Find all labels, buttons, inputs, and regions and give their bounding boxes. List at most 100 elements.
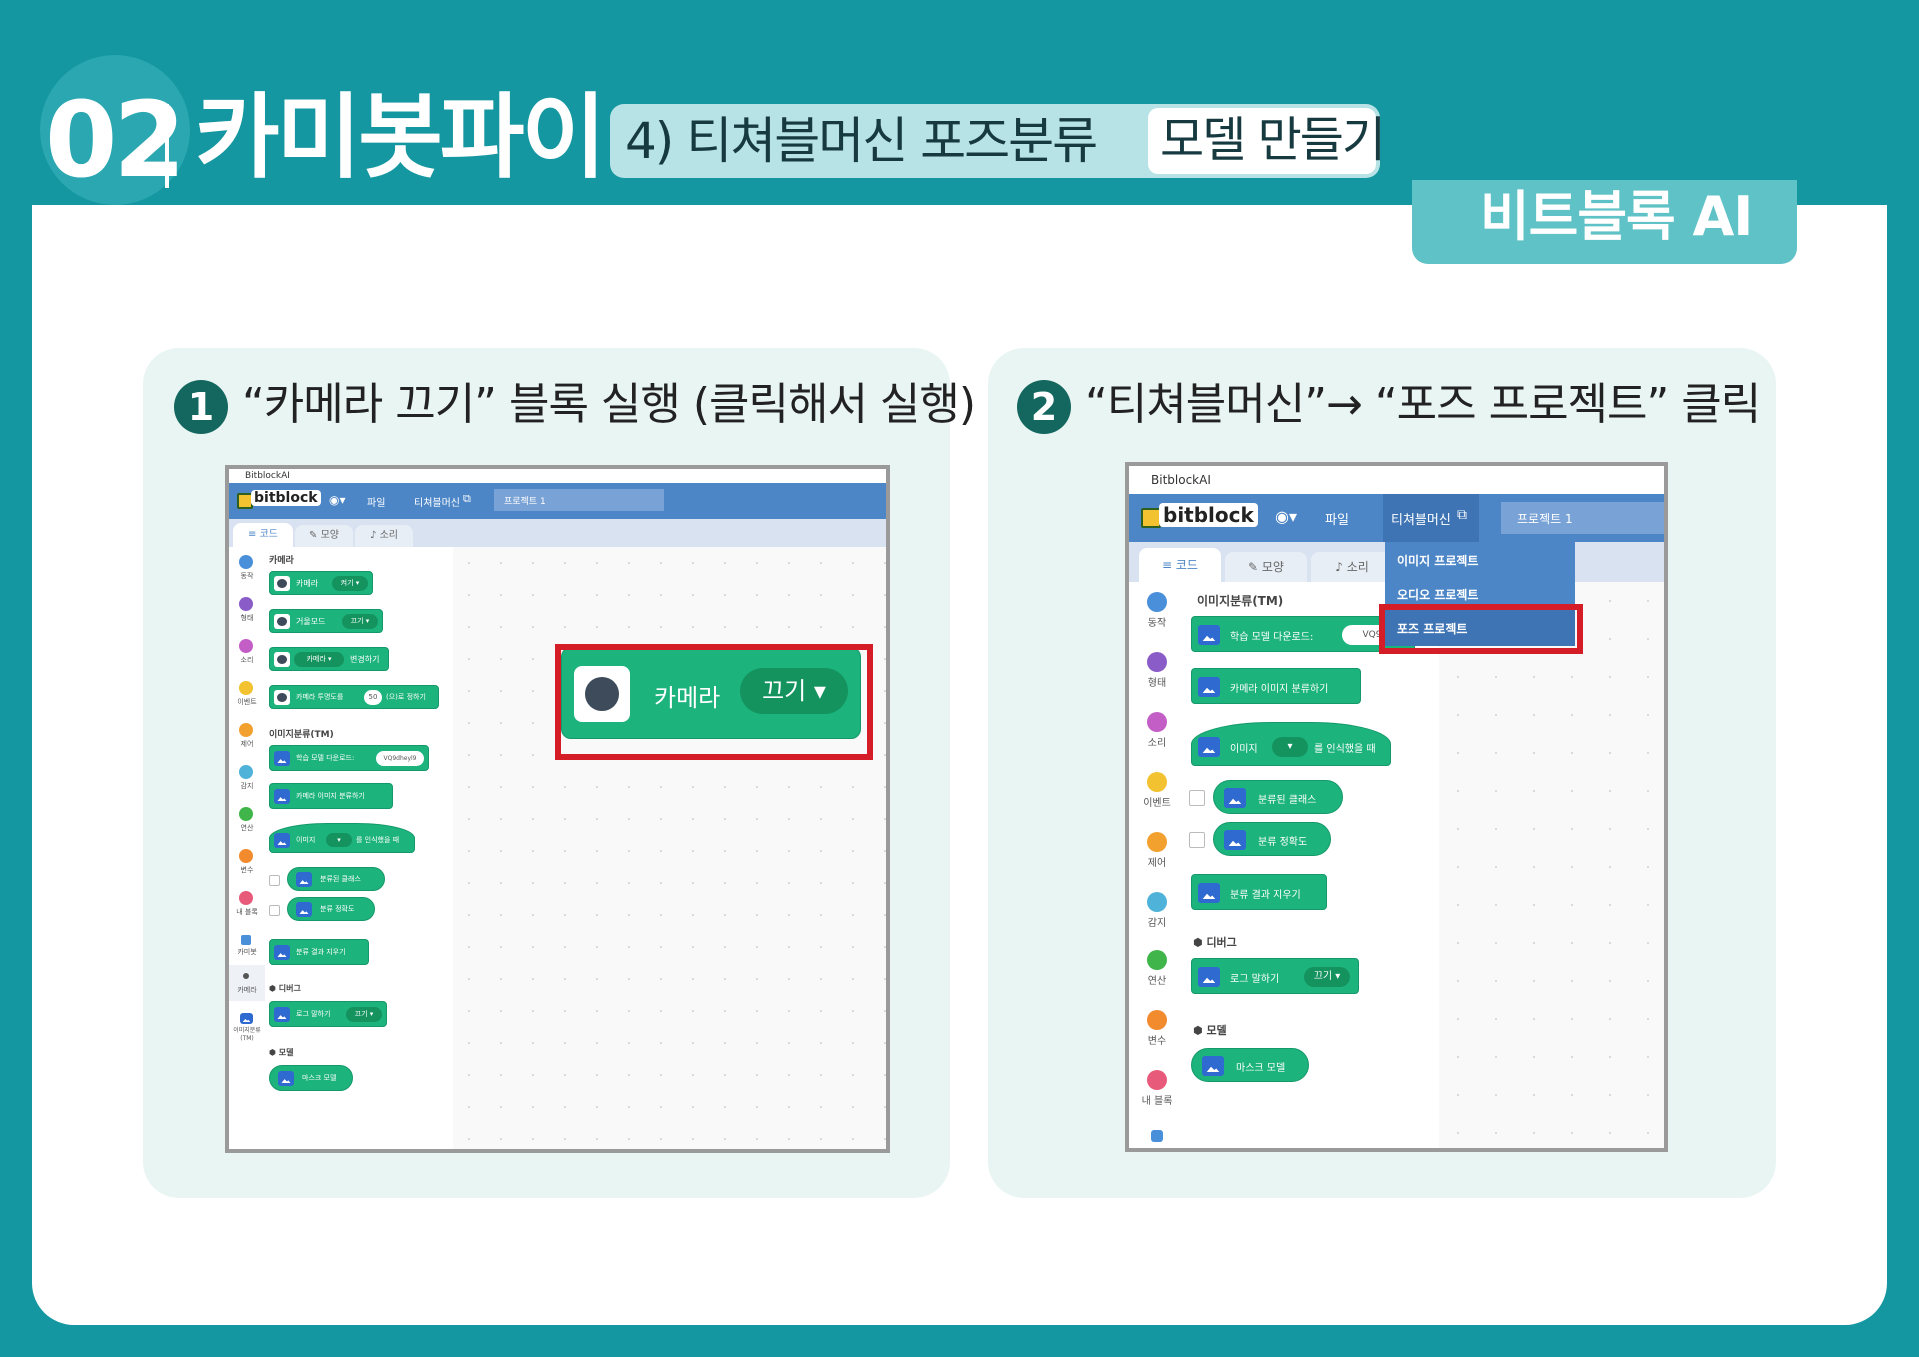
category-dot[interactable] xyxy=(239,681,253,695)
brush-icon: ✎ xyxy=(309,530,321,541)
top-navbar: bitblock ◉▾ 파일 티쳐블머신 ⧉ 프로젝트 1 xyxy=(1129,494,1664,542)
block-mask-model[interactable]: 마스크 모델 xyxy=(269,1065,353,1091)
logo-icon xyxy=(1141,508,1161,528)
tab-sound[interactable]: ♪ 소리 xyxy=(355,525,413,547)
step2-number: 2 xyxy=(1017,380,1071,434)
category-label: 연산 xyxy=(1147,976,1167,987)
block-camera-transparency[interactable]: 카메라 투명도를 50 (으)로 정하기 xyxy=(269,685,439,709)
globe-icon[interactable]: ◉▾ xyxy=(329,493,346,507)
menu-teachable[interactable]: 티쳐블머신 xyxy=(414,494,460,509)
dropdown[interactable]: 카메라 ▾ xyxy=(294,652,344,667)
subtitle: 4) 티쳐블머신 포즈분류 xyxy=(625,112,1098,170)
code-icon: ≡ xyxy=(1162,558,1176,572)
category-dot[interactable] xyxy=(239,807,253,821)
camera-icon xyxy=(274,652,290,667)
block-camera-change[interactable]: 카메라 ▾ 변경하기 xyxy=(269,647,389,671)
image-icon xyxy=(1202,1056,1224,1076)
category-dot[interactable] xyxy=(239,765,253,779)
menu-image-project[interactable]: 이미지 프로젝트 xyxy=(1397,552,1478,569)
camera-icon[interactable] xyxy=(243,973,249,979)
dropdown[interactable]: 끄기 ▾ xyxy=(346,1007,382,1022)
highlight-box xyxy=(1379,604,1583,654)
category-dot[interactable] xyxy=(1147,832,1167,852)
model-id-input[interactable]: VQ9dheyl9 xyxy=(376,751,424,766)
block-log-say[interactable]: 로그 말하기 끄기 ▾ xyxy=(269,1001,387,1027)
menu-audio-project[interactable]: 오디오 프로젝트 xyxy=(1397,586,1478,603)
category-label: 이미지분류(TM) xyxy=(233,1027,261,1042)
image-classify-icon[interactable] xyxy=(240,1013,253,1024)
category-dot[interactable] xyxy=(1147,592,1167,612)
project-name-input[interactable]: 프로젝트 1 xyxy=(1501,502,1664,534)
tab-code[interactable]: ≡ 코드 xyxy=(233,523,293,547)
category-dot[interactable] xyxy=(1147,950,1167,970)
step1-number: 1 xyxy=(174,380,228,434)
category-dot[interactable] xyxy=(1147,1070,1167,1090)
dropdown[interactable]: 끄기 ▾ xyxy=(1304,967,1350,987)
tab-costume[interactable]: ✎ 모양 xyxy=(295,525,353,547)
code-workspace[interactable]: 카메라 끄기 ▾ xyxy=(453,547,886,1149)
block-classified-class[interactable]: 분류된 클래스 xyxy=(287,867,385,891)
image-icon xyxy=(1198,967,1220,987)
block-camera-on[interactable]: 카메라 켜기 ▾ xyxy=(269,571,373,595)
category-dot[interactable] xyxy=(239,639,253,653)
block-mask-model[interactable]: 마스크 모델 xyxy=(1191,1048,1309,1082)
category-dot[interactable] xyxy=(239,849,253,863)
image-icon xyxy=(296,872,312,887)
category-label: 이벤트 xyxy=(1143,798,1171,809)
dropdown[interactable]: 끄기 ▾ xyxy=(342,614,378,629)
section-model: ⬢ 모델 xyxy=(269,1048,294,1057)
globe-icon[interactable]: ◉▾ xyxy=(1275,507,1297,526)
block-classify-accuracy[interactable]: 분류 정확도 xyxy=(1213,822,1331,856)
step2-text: “티쳐블머신”→ “포즈 프로젝트” 클릭 xyxy=(1085,379,1761,430)
category-dot[interactable] xyxy=(239,891,253,905)
speaker-icon: ♪ xyxy=(370,530,380,541)
kamibot-icon[interactable] xyxy=(1151,1130,1163,1142)
checkbox[interactable] xyxy=(269,905,280,916)
block-mirror-mode[interactable]: 거울모드 끄기 ▾ xyxy=(269,609,383,633)
block-when-image[interactable]: 이미지 ▾ 를 인식했을 때 xyxy=(269,823,415,853)
subtitle-box-label: 모델 만들기 xyxy=(1160,112,1386,168)
section-camera: 카메라 xyxy=(269,556,294,566)
category-dot[interactable] xyxy=(1147,712,1167,732)
menu-file[interactable]: 파일 xyxy=(1325,509,1349,528)
dropdown[interactable]: ▾ xyxy=(326,833,352,847)
dropdown[interactable]: 켜기 ▾ xyxy=(332,576,368,591)
category-dot[interactable] xyxy=(1147,652,1167,672)
menu-file[interactable]: 파일 xyxy=(367,494,385,509)
checkbox[interactable] xyxy=(1189,832,1205,848)
block-classify-accuracy[interactable]: 분류 정확도 xyxy=(287,897,375,921)
image-icon xyxy=(1198,883,1220,903)
tab-sound[interactable]: ♪ 소리 xyxy=(1311,552,1393,582)
block-log-say[interactable]: 로그 말하기 끄기 ▾ xyxy=(1191,958,1359,994)
block-palette: 이미지분류(TM) 학습 모델 다운로드: VQ9 카메라 이미지 분류하기 이… xyxy=(1185,582,1440,1148)
category-dot[interactable] xyxy=(1147,1010,1167,1030)
image-icon xyxy=(1224,788,1246,808)
tab-code[interactable]: ≡ 코드 xyxy=(1139,548,1221,582)
category-dot[interactable] xyxy=(239,555,253,569)
block-download-model[interactable]: 학습 모델 다운로드: VQ9dheyl9 xyxy=(269,745,429,771)
block-when-image[interactable]: 이미지 ▾ 를 인식했을 때 xyxy=(1191,722,1391,766)
block-classified-class[interactable]: 분류된 클래스 xyxy=(1213,780,1343,814)
kamibot-icon[interactable] xyxy=(241,935,251,945)
image-icon xyxy=(274,945,290,960)
category-dot[interactable] xyxy=(1147,772,1167,792)
category-label: 소리 xyxy=(240,656,254,664)
category-dot[interactable] xyxy=(239,723,253,737)
code-workspace[interactable] xyxy=(1439,582,1664,1148)
project-name-input[interactable]: 프로젝트 1 xyxy=(494,489,664,511)
category-dot[interactable] xyxy=(1147,892,1167,912)
block-classify-camera[interactable]: 카메라 이미지 분류하기 xyxy=(1191,668,1361,704)
category-dot[interactable] xyxy=(239,597,253,611)
block-clear-result[interactable]: 분류 결과 지우기 xyxy=(1191,874,1327,910)
dropdown[interactable]: ▾ xyxy=(1272,737,1308,757)
checkbox[interactable] xyxy=(269,875,280,886)
tab-costume[interactable]: ✎ 모양 xyxy=(1225,552,1307,582)
category-label: 변수 xyxy=(240,866,254,874)
menu-teachable[interactable]: 티쳐블머신 xyxy=(1391,509,1451,528)
section-debug: ⬢ 디버그 xyxy=(1193,936,1237,949)
category-label: 제어 xyxy=(240,740,254,748)
block-clear-result[interactable]: 분류 결과 지우기 xyxy=(269,939,369,965)
number-input[interactable]: 50 xyxy=(364,690,382,705)
block-classify-camera[interactable]: 카메라 이미지 분류하기 xyxy=(269,783,393,809)
checkbox[interactable] xyxy=(1189,790,1205,806)
